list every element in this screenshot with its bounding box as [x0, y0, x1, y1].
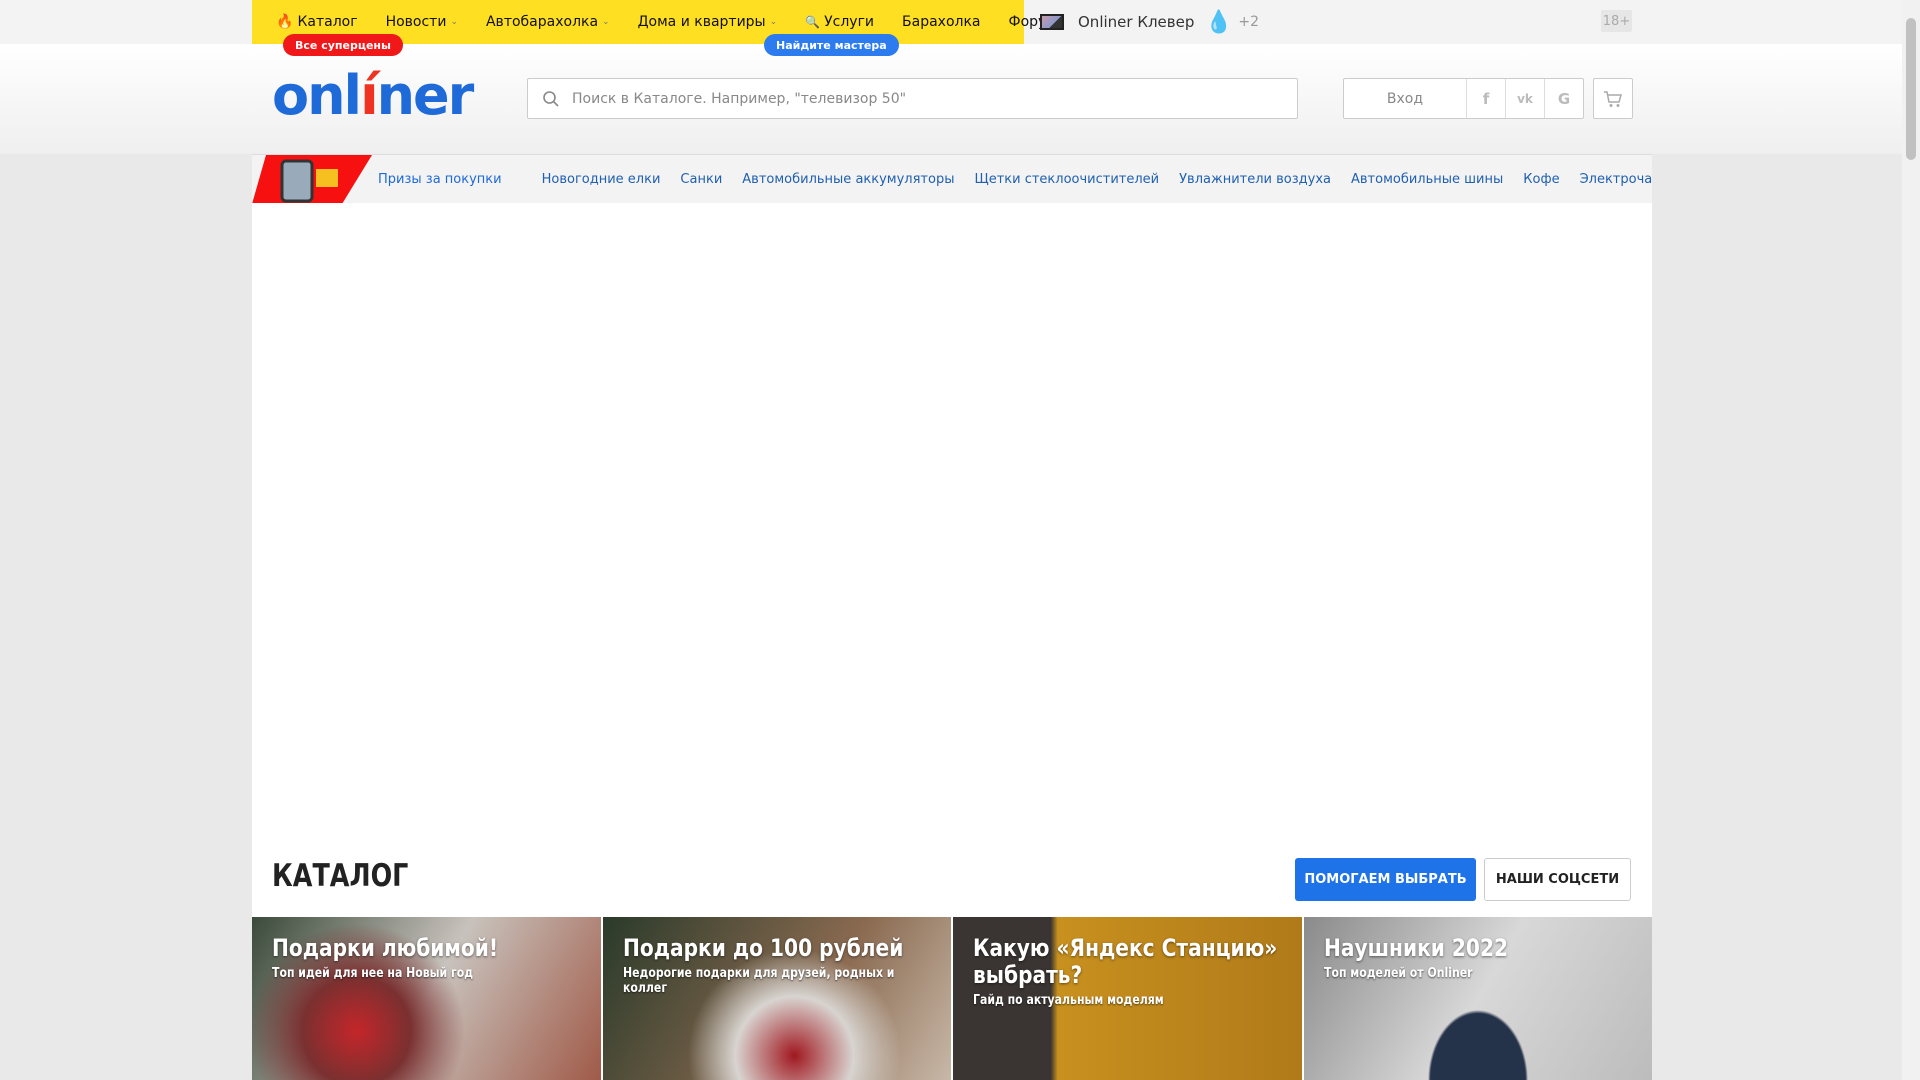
weather-widget[interactable]: 💧 +2 — [1205, 0, 1259, 44]
klever-link[interactable]: Onliner Клевер — [1040, 0, 1194, 44]
cart-icon — [1604, 90, 1622, 107]
catalog-title: КАТАЛОГ — [272, 858, 409, 894]
login-button[interactable]: Вход — [1344, 79, 1466, 118]
nav-link[interactable]: Щетки стеклоочистителей — [974, 172, 1159, 187]
catalog-card[interactable]: Подарки до 100 рублей Недорогие подарки д… — [603, 917, 952, 1080]
promo-nav: Призы за покупки Новогодние елки Санки А… — [252, 154, 1652, 203]
promo-link[interactable]: Призы за покупки — [378, 172, 502, 187]
vk-icon[interactable]: vk — [1505, 79, 1544, 118]
onliner-logo[interactable]: onlíner — [272, 64, 474, 127]
login-group: Вход f vk G — [1343, 78, 1584, 119]
menu-services[interactable]: 🔍 Услуги — [805, 14, 874, 30]
main-content: Призы за покупки Новогодние елки Санки А… — [252, 154, 1652, 1080]
facebook-icon[interactable]: f — [1466, 79, 1505, 118]
chevron-down-icon: ⌄ — [602, 17, 610, 27]
nav-link[interactable]: Кофе — [1523, 172, 1559, 187]
catalog-cards: Подарки любимой! Топ идей для нее на Новы… — [252, 917, 1652, 1080]
search-input[interactable] — [572, 90, 1297, 107]
menu-baraholka[interactable]: Барахолка — [902, 14, 980, 30]
catalog-card[interactable]: Подарки любимой! Топ идей для нее на Новы… — [252, 917, 601, 1080]
scrollbar[interactable] — [1902, 0, 1920, 1080]
google-icon[interactable]: G — [1544, 79, 1583, 118]
social-button[interactable]: НАШИ СОЦСЕТИ — [1484, 858, 1631, 901]
nav-link[interactable]: Автомобильные аккумуляторы — [742, 172, 954, 187]
nav-link[interactable]: Новогодние елки — [542, 172, 661, 187]
nav-link[interactable]: Увлажнители воздуха — [1179, 172, 1331, 187]
lottery-ticket-icon — [1040, 14, 1064, 30]
search-icon — [543, 90, 559, 107]
promo-gift-icon[interactable] — [252, 155, 372, 203]
menu-news[interactable]: Новости ⌄ — [386, 14, 458, 30]
search-icon: 🔍 — [805, 15, 821, 29]
flame-icon: 🔥 — [276, 14, 294, 30]
menu-auto[interactable]: Автобарахолка ⌄ — [486, 14, 610, 30]
chevron-down-icon: ⌄ — [769, 17, 778, 27]
find-master-badge[interactable]: Найдите мастера — [764, 34, 899, 56]
help-choose-button[interactable]: ПОМОГАЕМ ВЫБРАТЬ — [1295, 858, 1476, 901]
menu-realty[interactable]: Дома и квартиры ⌄ — [638, 14, 778, 30]
scrollbar-thumb[interactable] — [1906, 18, 1916, 160]
chevron-down-icon: ⌄ — [450, 17, 458, 27]
rain-icon: 💧 — [1205, 9, 1233, 35]
superprices-badge[interactable]: Все суперцены — [283, 34, 403, 56]
catalog-card[interactable]: Какую «Яндекс Станцию» выбрать? Гайд по а… — [953, 917, 1302, 1080]
nav-link[interactable]: Электрочайники и термопоты — [1580, 172, 1652, 187]
nav-link[interactable]: Автомобильные шины — [1351, 172, 1503, 187]
cart-button[interactable] — [1593, 78, 1633, 119]
nav-link[interactable]: Санки — [680, 172, 722, 187]
search-bar — [527, 78, 1298, 119]
catalog-card[interactable]: Наушники 2022 Топ моделей от Onliner — [1304, 917, 1653, 1080]
age-badge: 18+ — [1601, 10, 1632, 32]
menu-catalog[interactable]: 🔥 Каталог — [276, 14, 358, 30]
